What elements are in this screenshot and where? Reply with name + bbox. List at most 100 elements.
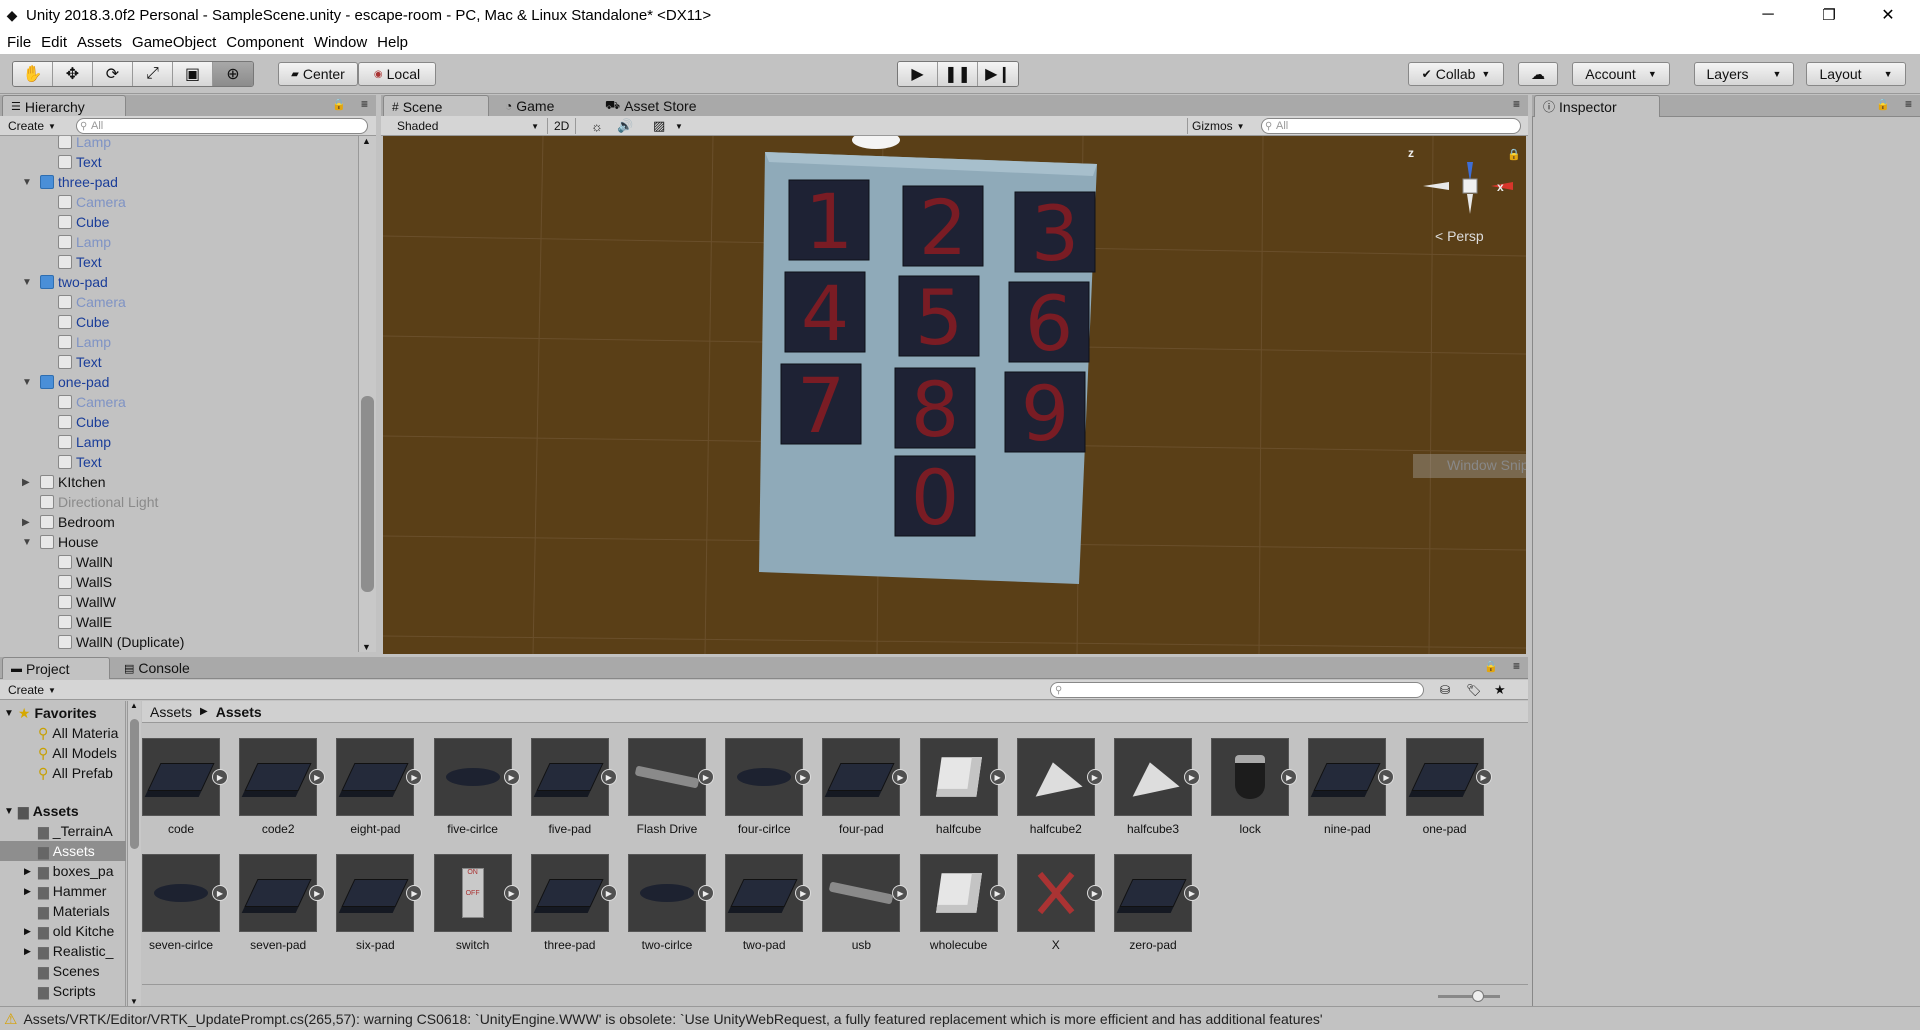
lock-icon[interactable]: 🔒 bbox=[1876, 98, 1890, 111]
expand-arrow-icon[interactable]: ▼ bbox=[22, 537, 32, 548]
scroll-down-icon[interactable]: ▼ bbox=[362, 642, 371, 652]
asset-item[interactable]: ▶ seven-pad bbox=[233, 854, 326, 952]
asset-item[interactable]: ▶ halfcube2 bbox=[1011, 738, 1103, 836]
assets-root[interactable]: ▼ ▆ Assets bbox=[4, 801, 79, 821]
hierarchy-item[interactable]: Camera bbox=[0, 292, 126, 312]
scene-search-input[interactable]: ⚲ All bbox=[1261, 118, 1521, 134]
hierarchy-item[interactable]: WallS bbox=[0, 572, 112, 592]
hierarchy-item[interactable]: WallE bbox=[0, 612, 112, 632]
menu-gameobject[interactable]: GameObject bbox=[132, 34, 216, 51]
asset-item[interactable]: ON OFF ▶ switch bbox=[428, 854, 520, 952]
pivot-center-button[interactable]: ▰ Center bbox=[278, 62, 358, 86]
tab-console[interactable]: ▤ Console bbox=[116, 657, 198, 679]
expand-prefab-icon[interactable]: ▶ bbox=[892, 769, 909, 785]
asset-item[interactable]: ▶ one-pad bbox=[1400, 738, 1492, 836]
project-search-input[interactable]: ⚲ bbox=[1050, 682, 1424, 698]
scroll-down-icon[interactable]: ▼ bbox=[130, 997, 138, 1006]
tab-asset-store[interactable]: ⛟ Asset Store bbox=[597, 95, 704, 117]
minimize-button[interactable]: ─ bbox=[1740, 0, 1796, 30]
expand-prefab-icon[interactable]: ▶ bbox=[698, 769, 714, 785]
hierarchy-item[interactable]: Text bbox=[0, 452, 102, 472]
expand-prefab-icon[interactable]: ▶ bbox=[406, 769, 423, 785]
hierarchy-item[interactable]: Text bbox=[0, 352, 102, 372]
panel-menu-icon[interactable]: ≡ bbox=[1513, 659, 1520, 673]
folder-item[interactable]: ▆ Scenes bbox=[0, 961, 126, 981]
expand-prefab-icon[interactable]: ▶ bbox=[892, 885, 909, 901]
menu-edit[interactable]: Edit bbox=[41, 34, 67, 51]
layout-dropdown[interactable]: Layout ▼ bbox=[1806, 62, 1906, 86]
pivot-local-button[interactable]: ◉ Local bbox=[358, 62, 436, 86]
hierarchy-item[interactable]: Text bbox=[0, 152, 102, 172]
expand-prefab-icon[interactable]: ▶ bbox=[503, 769, 520, 785]
scroll-up-icon[interactable]: ▲ bbox=[362, 136, 371, 146]
lighting-toggle-icon[interactable]: ☼ bbox=[587, 118, 607, 134]
asset-item[interactable]: ▶ five-cirlce bbox=[428, 738, 520, 836]
scroll-up-icon[interactable]: ▲ bbox=[130, 701, 138, 710]
asset-item[interactable]: ▶ six-pad bbox=[330, 854, 423, 952]
favorite-all-materials[interactable]: ⚲ All Materia bbox=[38, 723, 118, 743]
tab-project[interactable]: ▬ Project bbox=[2, 657, 110, 679]
expand-prefab-icon[interactable]: ▶ bbox=[1184, 769, 1200, 785]
expand-arrow-icon[interactable]: ▶ bbox=[24, 926, 31, 937]
tab-scene[interactable]: # Scene bbox=[383, 95, 489, 117]
folder-item[interactable]: ▆ Scripts bbox=[0, 981, 126, 1001]
play-button-icon[interactable]: ▶ bbox=[898, 62, 938, 86]
hierarchy-item[interactable]: Camera bbox=[0, 192, 126, 212]
maximize-button[interactable]: ❐ bbox=[1801, 0, 1857, 30]
asset-item[interactable]: ▶ halfcube3 bbox=[1108, 738, 1200, 836]
tab-inspector[interactable]: ⓘ Inspector bbox=[1534, 95, 1660, 117]
hierarchy-item[interactable]: WallW bbox=[0, 592, 116, 612]
tab-game[interactable]: ◔ Game bbox=[497, 95, 562, 117]
folder-item[interactable]: ▆ Assets bbox=[0, 841, 126, 861]
expand-prefab-icon[interactable]: ▶ bbox=[698, 885, 714, 901]
scene-canvas[interactable]: 1 2 3 4 5 6 7 8 90 bbox=[383, 136, 1526, 654]
orientation-gizmo[interactable] bbox=[1423, 156, 1523, 226]
hierarchy-item[interactable]: ▼ three-pad bbox=[0, 172, 118, 192]
step-button-icon[interactable]: ▶❙ bbox=[978, 62, 1018, 86]
asset-item[interactable]: ▶ usb bbox=[816, 854, 909, 952]
hierarchy-item[interactable]: ▼ two-pad bbox=[0, 272, 108, 292]
cloud-button[interactable]: ☁ bbox=[1518, 62, 1558, 86]
menu-component[interactable]: Component bbox=[226, 34, 304, 51]
favorite-all-prefabs[interactable]: ⚲ All Prefab bbox=[38, 763, 113, 783]
close-button[interactable]: ✕ bbox=[1860, 0, 1916, 30]
hierarchy-item[interactable]: Directional Light bbox=[0, 492, 158, 512]
folder-item[interactable]: ▶ ▆ Hammer bbox=[0, 881, 126, 901]
collapse-arrow-icon[interactable]: ▶ bbox=[22, 477, 30, 488]
hierarchy-item[interactable]: Text bbox=[0, 252, 102, 272]
expand-prefab-icon[interactable]: ▶ bbox=[795, 769, 812, 785]
hierarchy-item[interactable]: Camera bbox=[0, 392, 126, 412]
expand-prefab-icon[interactable]: ▶ bbox=[600, 885, 617, 901]
expand-prefab-icon[interactable]: ▶ bbox=[1475, 769, 1492, 785]
favorites-header[interactable]: ▼ ★ Favorites bbox=[4, 703, 97, 723]
expand-prefab-icon[interactable]: ▶ bbox=[1184, 885, 1200, 901]
expand-prefab-icon[interactable]: ▶ bbox=[989, 885, 1006, 901]
hierarchy-item[interactable]: Cube bbox=[0, 412, 109, 432]
hierarchy-scroll-thumb[interactable] bbox=[361, 396, 374, 592]
status-bar[interactable]: ⚠ Assets/VRTK/Editor/VRTK_UpdatePrompt.c… bbox=[0, 1006, 1920, 1030]
expand-arrow-icon[interactable]: ▼ bbox=[22, 277, 32, 288]
folder-item[interactable]: ▶ ▆ boxes_pa bbox=[0, 861, 126, 881]
audio-toggle-icon[interactable]: 🔊 bbox=[613, 118, 637, 134]
asset-item[interactable]: ▶ four-cirlce bbox=[719, 738, 812, 836]
asset-item[interactable]: ▶ halfcube bbox=[914, 738, 1006, 836]
hierarchy-item[interactable]: ▶ Bedroom bbox=[0, 512, 115, 532]
hierarchy-item[interactable]: ▶ KItchen bbox=[0, 472, 105, 492]
asset-item[interactable]: ▶ three-pad bbox=[525, 854, 617, 952]
scene-view[interactable]: 1234567890 z 🔒 x < Persp Window Snip bbox=[383, 136, 1526, 654]
favorite-star-icon[interactable]: ★ bbox=[1490, 682, 1510, 698]
menu-help[interactable]: Help bbox=[377, 34, 408, 51]
hierarchy-item[interactable]: Lamp bbox=[0, 232, 111, 252]
transform-tool-icon[interactable]: ⊕ bbox=[213, 62, 253, 86]
lock-icon[interactable]: 🔒 bbox=[1484, 660, 1498, 673]
asset-item[interactable]: ▶ Flash Drive bbox=[622, 738, 714, 836]
layers-dropdown[interactable]: Layers ▼ bbox=[1694, 62, 1794, 86]
menu-assets[interactable]: Assets bbox=[77, 34, 122, 51]
filter-label-icon[interactable]: 🏷 bbox=[1462, 682, 1485, 698]
expand-prefab-icon[interactable]: ▶ bbox=[309, 769, 326, 785]
folder-item[interactable]: ▆ _TerrainA bbox=[0, 821, 126, 841]
account-dropdown[interactable]: Account ▼ bbox=[1572, 62, 1670, 86]
expand-arrow-icon[interactable]: ▼ bbox=[22, 177, 32, 188]
hand-tool-icon[interactable]: ✋ bbox=[13, 62, 53, 86]
menu-file[interactable]: File bbox=[7, 34, 31, 51]
